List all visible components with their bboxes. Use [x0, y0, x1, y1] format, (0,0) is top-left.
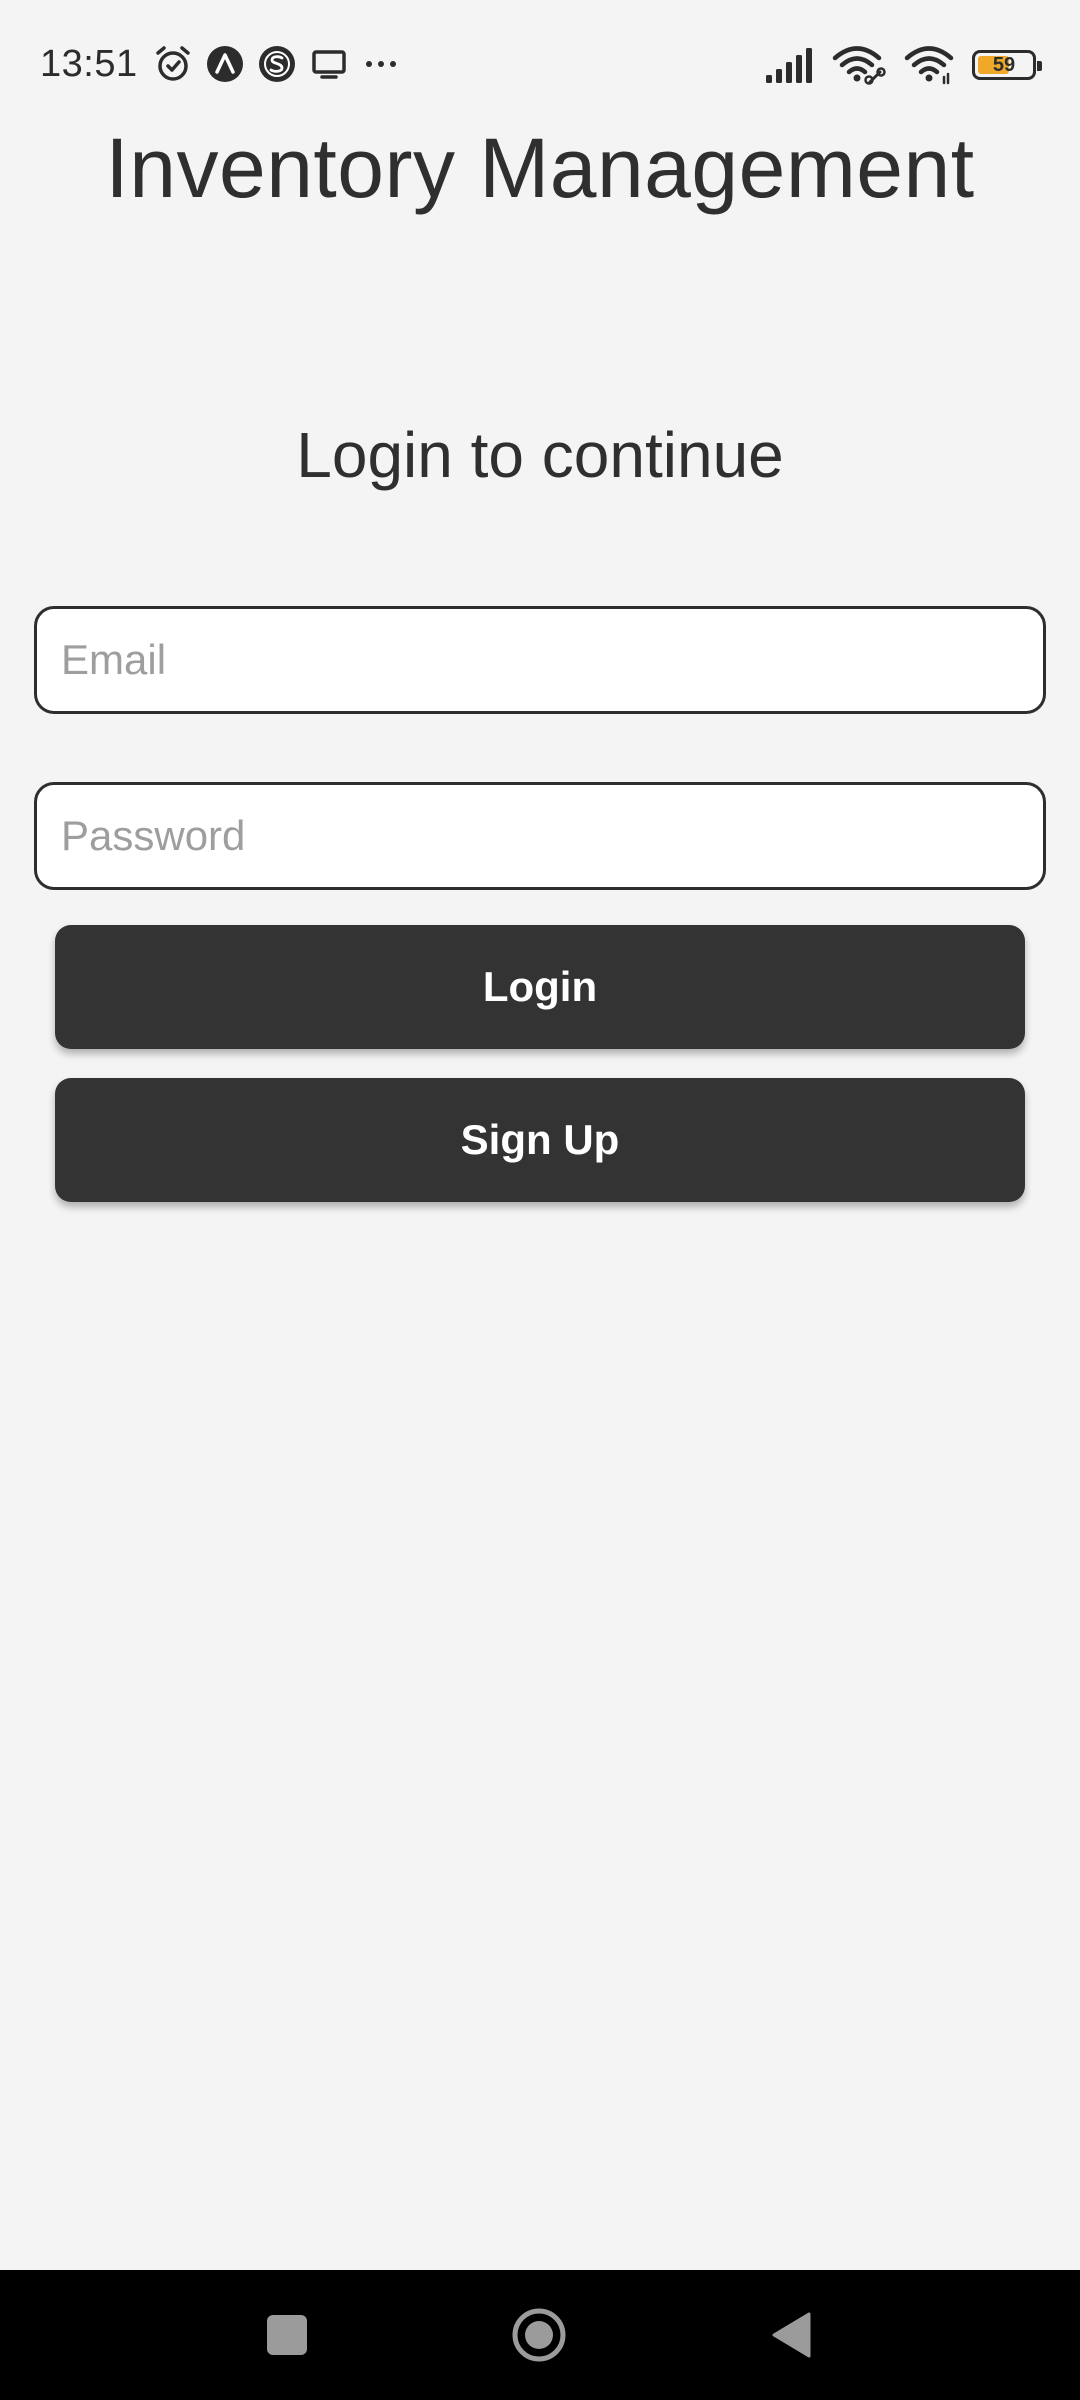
status-bar-right: 59	[764, 40, 1042, 90]
cast-screen-icon	[308, 43, 350, 85]
back-icon	[772, 2312, 811, 2358]
status-bar-left: 13:51	[40, 36, 402, 92]
home-icon	[512, 2308, 566, 2362]
battery-level-text: 59	[992, 53, 1016, 76]
battery-icon: 59	[972, 50, 1042, 80]
more-dots-icon	[360, 43, 402, 85]
login-button[interactable]: Login	[55, 925, 1025, 1049]
recent-apps-icon	[267, 2315, 307, 2355]
wifi-icon	[904, 45, 954, 85]
app-title: Inventory Management	[105, 121, 975, 215]
navigation-bar	[0, 2270, 1080, 2400]
login-subtitle: Login to continue	[296, 419, 784, 491]
email-input[interactable]	[34, 606, 1046, 714]
recent-apps-button[interactable]	[227, 2270, 347, 2400]
app-s-icon	[256, 43, 298, 85]
status-time: 13:51	[40, 42, 138, 85]
password-input[interactable]	[34, 782, 1046, 890]
home-button[interactable]	[479, 2270, 599, 2400]
signup-button[interactable]: Sign Up	[55, 1078, 1025, 1202]
back-button[interactable]	[731, 2270, 851, 2400]
status-bar: 13:51 59	[0, 0, 1080, 128]
cellular-signal-icon	[764, 47, 814, 83]
wifi-link-icon	[832, 45, 886, 85]
alarm-icon	[152, 43, 194, 85]
app-a-icon	[204, 43, 246, 85]
